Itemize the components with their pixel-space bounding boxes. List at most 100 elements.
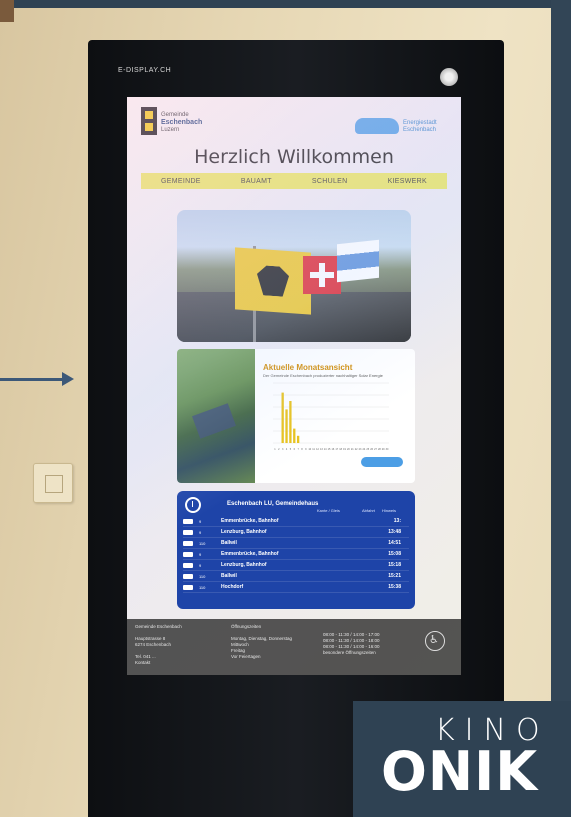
municipality-logo-text: Gemeinde Eschenbach Luzern (161, 112, 231, 134)
row-destination: Lenzburg, Bahnhof (221, 562, 267, 568)
solar-bar-chart: 1 2 3 4 5 6 7 8 9 10 11 12 13 14 15 16 17 18 19 20 21 22 23 24 2… (273, 382, 389, 451)
chart-tick-label: 6 (294, 448, 296, 451)
timetable-header-departure: Abfahrt (362, 508, 375, 513)
bus-icon (183, 540, 193, 546)
energiestadt-logo: Energiestadt Eschenbach (355, 115, 447, 137)
row-destination: Ballwil (221, 540, 237, 546)
energiestadt-mini-logo (361, 457, 403, 467)
chart-bar (285, 409, 288, 443)
clock-icon (185, 497, 201, 513)
timetable-header-notice: Hinweis (382, 508, 397, 513)
bus-icon (183, 573, 193, 579)
chart-bar (293, 428, 296, 443)
row-line-number: 9 (199, 529, 202, 535)
row-line-number: 110 (199, 573, 206, 579)
solar-chart-panel: Aktuelle Monatsansicht Der Gemeinde Esch… (177, 349, 415, 483)
row-departure-time: 15:21 (388, 573, 401, 579)
row-departure-time: 13:48 (388, 529, 401, 535)
energiestadt-logo-text: Energiestadt Eschenbach (403, 120, 437, 134)
chart-bar (296, 435, 300, 443)
canton-flag (337, 239, 379, 283)
table-row: 110 Ballwil 15:21 (183, 571, 409, 582)
footer-line: besondere Öffnungszeiten (323, 650, 376, 655)
flags-photo (177, 210, 411, 342)
row-destination: Hochdorf (221, 584, 244, 590)
nav-item-kieswerk[interactable]: KIESWERK (388, 178, 427, 185)
logo-line-1: Gemeinde (161, 112, 189, 118)
chart-tick-label: 2 (278, 448, 280, 451)
chart-tick-label: 4 (286, 448, 288, 451)
row-destination: Emmenbrücke, Bahnhof (221, 551, 279, 557)
row-line-number: 110 (199, 584, 206, 590)
row-departure-time: 14:51 (388, 540, 401, 546)
nav-item-schulen[interactable]: SCHULEN (312, 178, 348, 185)
nav-item-gemeinde[interactable]: GEMEINDE (161, 178, 201, 185)
chart-bar (289, 401, 292, 443)
kiosk-sensor-icon (440, 68, 458, 86)
chart-tick-label: 30 (386, 448, 389, 451)
swiss-flag (303, 256, 341, 294)
kiosk-brand-label: E-DISPLAY.CH (118, 67, 172, 74)
chart-tick-label: 8 (301, 448, 303, 451)
footer-address: Gemeinde Eschenbach Hauptstrasse 8 6274 E… (135, 624, 225, 666)
footer-opening-hours: Öffnungszeiten Montag, Dienstag, Donners… (231, 624, 321, 660)
welcome-title: Herzlich Willkommen (194, 146, 394, 168)
row-departure-time: 13: (393, 518, 401, 524)
energiestadt-text-1: Energiestadt (403, 120, 437, 126)
chart-tick-label: 22 (355, 448, 358, 451)
logo-line-3: Luzern (161, 127, 180, 133)
chart-tick-label: 1 (274, 448, 276, 451)
pointer-arrow-icon (62, 372, 74, 386)
chart-tick-label: 9 (305, 448, 307, 451)
energiestadt-text-2: Eschenbach (403, 127, 437, 133)
table-row: 110 Ballwil 14:51 (183, 538, 409, 549)
wall-mark (0, 0, 14, 22)
chart-bar (281, 392, 284, 443)
bus-icon (183, 551, 193, 557)
table-row: 9 Emmenbrücke, Bahnhof 13: (183, 516, 409, 527)
chart-tick-label: 5 (290, 448, 292, 451)
timetable-header-platform: Kante / Gleis (317, 508, 340, 513)
row-departure-time: 15:38 (388, 584, 401, 590)
bus-icon (183, 584, 193, 590)
energiestadt-cloud-icon (355, 118, 399, 134)
nav-item-bauamt[interactable]: BAUAMT (241, 178, 272, 185)
kiosk-screen: Gemeinde Eschenbach Luzern Energiestadt … (127, 97, 461, 675)
row-line-number: 9 (199, 562, 202, 568)
pointer-arrow-line (0, 378, 66, 381)
footer-hours-times: 08:00 - 11:30 / 14:00 - 17:00 08:00 - 11:… (323, 632, 413, 656)
bus-icon (183, 562, 193, 568)
table-row: 9 Emmenbrücke, Bahnhof 15:08 (183, 549, 409, 560)
timetable-rows: 9 Emmenbrücke, Bahnhof 13: 9 Lenzburg, Bahnh… (183, 516, 409, 593)
bus-icon (183, 529, 193, 535)
eschenbach-flag (235, 247, 311, 315)
row-line-number: 110 (199, 540, 206, 546)
chart-tick-label: 10 (308, 448, 311, 451)
eschenbach-logo (141, 107, 157, 135)
row-departure-time: 15:08 (388, 551, 401, 557)
info-footer: Gemeinde Eschenbach Hauptstrasse 8 6274 E… (127, 619, 461, 675)
table-row: 110 Hochdorf 15:38 (183, 582, 409, 593)
aerial-solar-photo (177, 349, 255, 483)
bus-icon (183, 518, 193, 524)
footer-line: Kontakt (135, 660, 151, 665)
photo-right-border (551, 0, 571, 817)
row-line-number: 9 (199, 551, 202, 557)
timetable-stop-name: Eschenbach LU, Gemeindehaus (227, 501, 319, 507)
logo-name: Eschenbach (161, 119, 203, 126)
table-row: 9 Lenzburg, Bahnhof 13:48 (183, 527, 409, 538)
main-nav: GEMEINDE BAUAMT SCHULEN KIESWERK (141, 173, 447, 189)
table-row: 9 Lenzburg, Bahnhof 15:18 (183, 560, 409, 571)
row-destination: Ballwil (221, 573, 237, 579)
accessibility-icon[interactable] (425, 631, 445, 651)
chart-title: Aktuelle Monatsansicht (263, 363, 353, 372)
chart-tick-label: 11 (312, 448, 315, 451)
row-destination: Emmenbrücke, Bahnhof (221, 518, 279, 524)
row-destination: Lenzburg, Bahnhof (221, 529, 267, 535)
bus-departures-panel: Eschenbach LU, Gemeindehaus Kante / Glei… (177, 491, 415, 609)
chart-tick-label: 3 (282, 448, 284, 451)
chart-subtitle: Der Gemeinde Eschenbach produzierter nac… (263, 373, 383, 378)
chart-tick-label: 7 (297, 448, 299, 451)
footer-line: Vor Feiertagen (231, 654, 261, 659)
row-departure-time: 15:18 (388, 562, 401, 568)
